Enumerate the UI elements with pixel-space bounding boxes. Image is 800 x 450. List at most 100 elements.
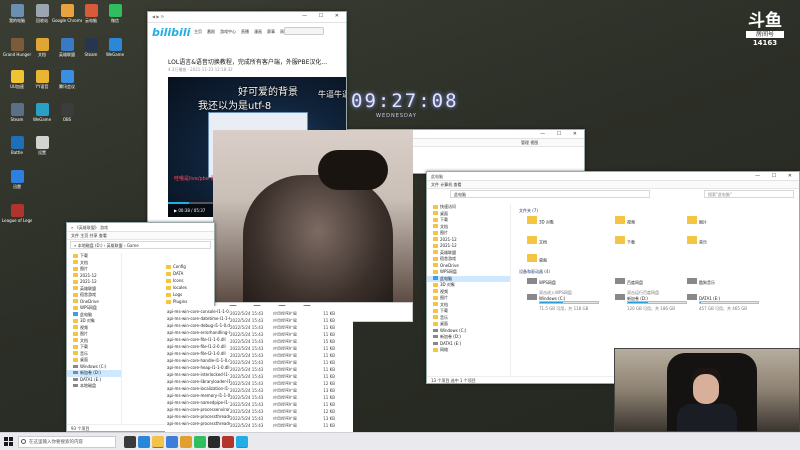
desktop-shortcut[interactable]: OBS [52, 103, 82, 122]
site-nav-item[interactable]: 游戏中心 [220, 29, 236, 34]
file-detail-pane[interactable]: api-ms-win-core-console-l1-1-0.dll 2022/5… [165, 306, 353, 432]
folder-row[interactable]: DATA [166, 270, 197, 277]
app-icon [60, 38, 74, 51]
folder-icon [166, 271, 171, 276]
file-row[interactable]: api-ms-win-core-localization-l1-2-0.dll2… [167, 385, 352, 392]
video-title: LOL语言&语音切换教程，完成所有客户端，外服PBE汉化... [168, 59, 328, 66]
taskbar-app-chrome[interactable] [180, 436, 192, 448]
file-row[interactable]: api-ms-win-core-datetime-l1-1-0.dll2022/… [167, 315, 352, 322]
address-bar[interactable]: 此电脑 [450, 190, 650, 198]
file-row[interactable]: api-ms-win-core-file-l1-1-0.dll 2022/5/24… [167, 336, 352, 343]
file-row[interactable]: api-ms-win-core-memory-l1-1-0.dll2022/5/… [167, 392, 352, 399]
folder-tile-label: 3D 对象 [539, 219, 554, 225]
folder-icon [73, 260, 78, 264]
taskbar-search[interactable]: 在这里输入你要搜索的内容 [18, 436, 116, 448]
file-row[interactable]: api-ms-win-core-processthreads-l1-1-0.dl… [167, 413, 352, 420]
search-icon [21, 439, 26, 444]
explorer-ribbon[interactable]: 文件 主页 共享 查看 [67, 232, 214, 240]
folder-row[interactable]: Config [166, 263, 197, 270]
drive-tile[interactable]: DATA1 (E:) [687, 294, 720, 301]
navigation-pane[interactable]: 快速访问 桌面 下载 文档 图片 2021-12 2021-12 英雄联盟 宿舍游戏 OneDri… [427, 204, 511, 376]
folders-header[interactable]: 文件夹 (7) [519, 208, 538, 214]
nav-pane-label: 宿舍游戏 [440, 256, 456, 261]
file-row[interactable]: api-ms-win-core-file-l1-2-0.dll 2022/5/24… [167, 343, 352, 350]
taskbar-app-obs[interactable] [208, 436, 220, 448]
explorer-titlebar[interactable]: » 《英雄联盟》 游戏 [67, 223, 214, 232]
desktop-shortcut[interactable]: 设置 [27, 136, 57, 155]
file-row[interactable]: api-ms-win-core-namedpipe-l1-1-0.dll2022… [167, 399, 352, 406]
file-row[interactable]: api-ms-win-core-processenvironment-l1-1-… [167, 406, 352, 413]
address-bar[interactable]: « 本地磁盘 (D:) › 英雄联盟 › Game [70, 241, 211, 249]
nav-pane-label: 2021-12 [440, 243, 457, 248]
taskbar-app-edge[interactable] [138, 436, 150, 448]
folder-icon [433, 217, 438, 222]
desktop-shortcut[interactable]: 迅雷 [2, 170, 32, 189]
drive-tile[interactable]: 酷狗音乐 [687, 278, 715, 286]
folder-tile[interactable]: 音乐 [687, 236, 707, 246]
window-controls[interactable]: — ☐ ✕ [302, 12, 344, 21]
explorer-ribbon[interactable]: 文件 计算机 查看 [427, 181, 799, 189]
file-row[interactable]: api-ms-win-core-heap-l1-1-0.dll2022/5/24… [167, 364, 352, 371]
site-nav-item[interactable]: 漫画 [254, 29, 262, 34]
site-nav-item[interactable]: 番剧 [207, 29, 215, 34]
drive-tile[interactable]: 百度网盘 [615, 278, 643, 286]
file-row[interactable]: api-ms-win-core-interlocked-l1-1-0.dll20… [167, 371, 352, 378]
folder-tile[interactable]: 3D 对象 [527, 216, 554, 226]
folder-tile[interactable]: 下载 [615, 236, 635, 246]
taskbar-app-league[interactable] [222, 436, 234, 448]
back-icon[interactable]: ◀ ▶ ⟳ [152, 14, 164, 19]
room-number: 14163 [752, 39, 778, 47]
folder-row[interactable]: Logs [166, 291, 197, 298]
file-row[interactable]: api-ms-win-core-file-l2-1-0.dll 2022/5/24… [167, 350, 352, 357]
taskbar-app-store[interactable] [166, 436, 178, 448]
nav-pane-label: OneDrive [80, 298, 99, 304]
drive-tile[interactable]: WPS网盘 [527, 278, 556, 286]
drive-tile[interactable]: Windows (C:) [527, 294, 565, 301]
file-row[interactable]: api-ms-win-core-handle-l1-1-0.dll2022/5/… [167, 357, 352, 364]
desktop-shortcut[interactable]: 腾讯会议 [52, 70, 82, 89]
file-row[interactable]: api-ms-win-core-debug-l1-1-0.dll2022/5/2… [167, 322, 352, 329]
nav-pane-item[interactable]: 本地磁盘 [67, 383, 121, 390]
window-controls[interactable]: — ☐ ✕ [540, 130, 582, 138]
file-row[interactable]: api-ms-win-core-processthreads-l1-1-1.dl… [167, 420, 352, 427]
taskbar-app-wechat[interactable] [194, 436, 206, 448]
folder-tile[interactable]: 文档 [527, 236, 547, 246]
window-controls[interactable]: — ☐ ✕ [755, 172, 797, 180]
folder-tile[interactable]: 桌面 [527, 254, 547, 264]
search-input[interactable]: 搜索"此电脑" [704, 190, 794, 198]
nav-pane-label: 英雄联盟 [80, 285, 96, 291]
desktop-shortcut[interactable]: WeGame [100, 38, 130, 57]
start-button[interactable] [4, 437, 14, 447]
nav-pane-label: 桌面 [80, 357, 88, 362]
nav-pane-label: 文档 [440, 301, 448, 307]
folder-icon [73, 338, 78, 342]
desktop-shortcut[interactable]: 微信 [100, 4, 130, 23]
nav-pane-label: 下载 [440, 217, 448, 222]
taskbar-app-file-explorer[interactable] [152, 436, 164, 448]
taskbar-app-bilibili[interactable] [236, 436, 248, 448]
folder-tile[interactable]: 图片 [687, 216, 707, 226]
folder-icon [73, 357, 78, 362]
folder-row[interactable]: Icons [166, 277, 197, 284]
bilibili-logo[interactable]: bilibili [152, 26, 190, 39]
navigation-pane[interactable]: 下载 文档 图片 2021-12 2021-12 英雄联盟 宿舍游戏 OneDrive WPS网… [67, 253, 122, 425]
site-nav-item[interactable]: 主页 [194, 29, 202, 34]
nav-pane-item[interactable]: 网络 [427, 347, 510, 354]
folder-row[interactable]: Plugins [166, 298, 197, 305]
drive-name: 酷狗音乐 [699, 280, 715, 285]
file-row[interactable]: api-ms-win-core-console-l1-1-0.dll2022/5… [167, 308, 352, 315]
computer-icon [73, 312, 78, 316]
browser-titlebar[interactable]: ◀ ▶ ⟳ — ☐ ✕ [148, 12, 346, 23]
devices-header[interactable]: 设备和驱动器 (4) [519, 269, 550, 275]
site-nav-item[interactable]: 直播 [241, 29, 249, 34]
explorer-titlebar[interactable]: 此电脑 — ☐ ✕ [427, 172, 799, 181]
file-row[interactable]: api-ms-win-core-errorhandling-l1-1-0.dll… [167, 329, 352, 336]
site-nav-item[interactable]: 赛事 [267, 29, 275, 34]
site-search-input[interactable] [284, 27, 324, 35]
folder-tile-label: 文档 [539, 239, 547, 245]
desktop-shortcut[interactable]: League of Legends [2, 204, 32, 223]
folder-row[interactable]: locales [166, 284, 197, 291]
taskbar-app-task-view[interactable] [124, 436, 136, 448]
file-row[interactable]: api-ms-win-core-libraryloader-l1-1-0.dll… [167, 378, 352, 385]
folder-tile[interactable]: 视频 [615, 216, 635, 226]
